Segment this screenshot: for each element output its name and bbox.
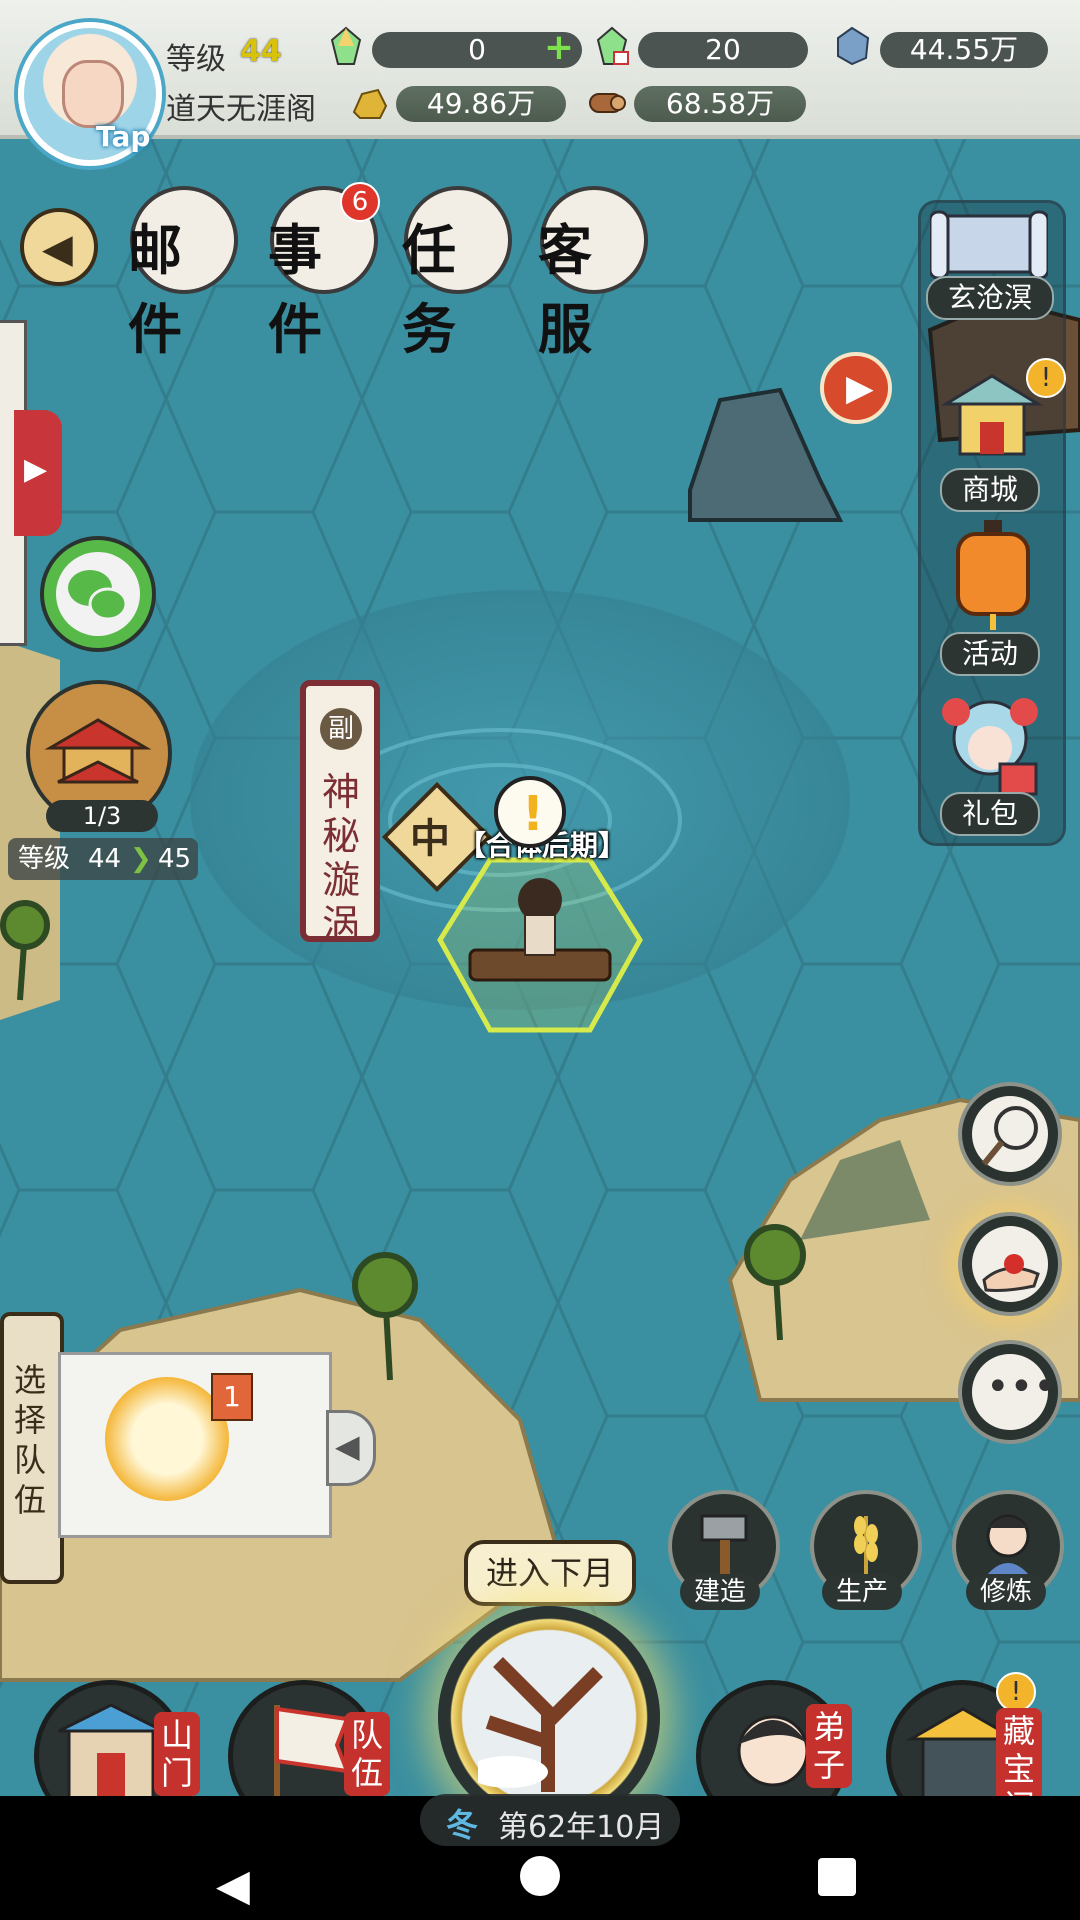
collapse-menu-button[interactable]: ◀ — [20, 208, 98, 286]
sect-level-from: 44 — [88, 844, 122, 874]
building-progress-value: 1/3 — [82, 802, 122, 830]
winter-tree-icon — [478, 1657, 603, 1792]
nav-home-icon[interactable] — [520, 1856, 560, 1896]
chat-bubble-icon: ••• — [986, 1364, 1057, 1410]
nav-back-icon[interactable]: ◀ — [216, 1860, 250, 1911]
rainbow-ticket-counter[interactable]: 20 — [638, 32, 808, 68]
cultivate-label: 修炼 — [965, 1574, 1047, 1610]
produce-label: 生产 — [821, 1574, 903, 1610]
select-team-tab[interactable]: 选择队伍 — [0, 1312, 64, 1584]
spirit-stone-counter[interactable]: 44.55万 — [880, 32, 1048, 68]
left-drawer-toggle[interactable]: ▶ — [14, 410, 62, 536]
rainbow-crystal-value: 0 — [468, 33, 486, 66]
rainbow-ticket-value: 20 — [705, 33, 741, 66]
sect-gate-label: 山门 — [154, 1712, 200, 1796]
banner-tag: 副 — [320, 708, 362, 750]
gift-label[interactable]: 礼包 — [939, 792, 1041, 836]
wood-counter[interactable]: 68.58万 — [634, 86, 806, 122]
team-label: 队伍 — [344, 1712, 390, 1796]
enter-region-play-button[interactable]: ▶ — [820, 352, 892, 424]
events-label: 事件 — [268, 218, 322, 361]
gift-girl-icon[interactable] — [932, 690, 1050, 800]
tile-tag: 中 — [410, 815, 450, 862]
rainbow-crystal-counter[interactable]: 0 + — [372, 30, 582, 68]
customer-service-button[interactable]: 客服 — [538, 186, 648, 361]
team-slot-panel: 1 — [58, 1352, 332, 1538]
collapse-arrow-icon: ◀ — [335, 1427, 360, 1465]
team-slot-number: 1 — [211, 1373, 253, 1421]
next-month-text: 进入下月 — [485, 1554, 614, 1592]
sect-level-label: 等级 — [18, 844, 71, 874]
select-team-label: 选择队伍 — [13, 1361, 46, 1519]
add-crystal-plus-icon[interactable]: + — [544, 30, 574, 66]
events-button[interactable]: 事件 6 — [268, 182, 380, 361]
lantern-icon[interactable] — [948, 520, 1038, 630]
quest-alert-button[interactable]: ! — [494, 776, 566, 848]
sect-level-upgrade: 等级 44 ❯ 45 — [8, 838, 198, 880]
tasks-label: 任务 — [402, 218, 456, 361]
net-tool-button[interactable] — [958, 1082, 1062, 1186]
android-nav-bar: 冬 第62年10月 ◀ — [0, 1794, 1080, 1920]
shop-label[interactable]: 商城 — [939, 468, 1041, 512]
next-month-bubble[interactable]: 进入下月 — [464, 1540, 636, 1606]
team-panel-collapse[interactable]: ◀ — [326, 1410, 376, 1486]
sect-name: 道天无涯阁 — [166, 92, 316, 127]
tasks-button[interactable]: 任务 — [402, 186, 512, 361]
net-icon — [981, 1106, 1038, 1166]
rainbow-crystal-icon — [330, 26, 362, 65]
mail-button[interactable]: 邮件 — [128, 186, 238, 361]
gold-ore-icon — [352, 88, 388, 119]
offering-button[interactable] — [958, 1212, 1062, 1316]
cultivator-icon — [986, 1514, 1030, 1576]
date-pill: 冬 第62年10月 — [420, 1794, 680, 1846]
season-label: 冬 — [446, 1806, 479, 1844]
events-badge: 6 — [340, 182, 380, 222]
mysterious-vortex-banner[interactable]: 副 神秘漩涡 — [300, 680, 380, 946]
spirit-stone-value: 44.55万 — [909, 33, 1019, 66]
level-arrow-icon: ❯ — [130, 844, 152, 874]
avatar-tap-tag: Tap — [96, 120, 151, 153]
gold-ore-counter[interactable]: 49.86万 — [396, 86, 566, 122]
region-label[interactable]: 玄沧溟 — [925, 276, 1055, 320]
nav-recents-icon[interactable] — [818, 1858, 856, 1896]
build-label: 建造 — [679, 1574, 761, 1610]
hand-fruit-icon — [982, 1254, 1040, 1292]
treasury-alert-icon: ! — [996, 1672, 1036, 1712]
date-label: 第62年10月 — [498, 1810, 665, 1845]
activity-label[interactable]: 活动 — [939, 632, 1041, 676]
player-avatar[interactable]: Tap — [18, 22, 162, 166]
shop-alert-icon: ! — [1026, 358, 1066, 398]
wechat-button[interactable] — [40, 536, 156, 652]
building-progress: 1/3 — [46, 800, 158, 832]
mail-label: 邮件 — [128, 218, 182, 361]
banner-title: 神秘漩涡 — [321, 770, 360, 946]
player-level-value: 44 — [240, 34, 282, 69]
player-level-label: 等级 — [166, 42, 226, 77]
avatar-portrait — [62, 60, 124, 128]
wechat-icon — [56, 552, 140, 636]
wheat-icon — [854, 1516, 878, 1576]
disciples-label: 弟子 — [806, 1704, 852, 1788]
arrow-right-icon: ▶ — [24, 452, 48, 487]
gold-ore-value: 49.86万 — [426, 87, 536, 120]
rainbow-ticket-icon — [596, 26, 629, 65]
spirit-stone-icon — [837, 26, 870, 66]
play-icon: ▶ — [846, 368, 874, 409]
wood-icon — [589, 93, 626, 113]
chat-button[interactable]: ••• — [958, 1340, 1062, 1444]
exclamation-icon: ! — [522, 786, 544, 842]
wood-value: 68.58万 — [665, 87, 775, 120]
map-scroll-icon — [930, 210, 1048, 280]
customer-service-label: 客服 — [538, 218, 592, 361]
sect-level-to: 45 — [158, 844, 192, 874]
arrow-left-icon: ◀ — [42, 226, 73, 272]
hammer-icon — [700, 1514, 748, 1576]
